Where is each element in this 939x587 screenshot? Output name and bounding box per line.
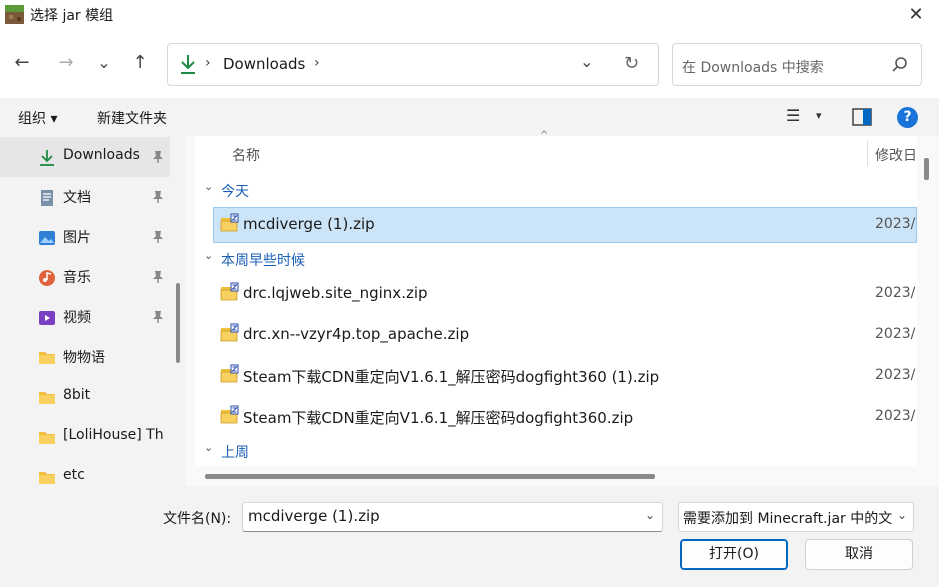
column-header-row <box>195 136 917 172</box>
sidebar-item[interactable]: [LoliHouse] Th <box>0 417 170 457</box>
column-header-name[interactable]: 名称 <box>232 145 260 165</box>
sidebar-item-label: 物物语 <box>63 350 105 366</box>
forward-button[interactable]: → <box>51 48 81 78</box>
sidebar-scrollbar[interactable] <box>176 283 180 363</box>
sidebar-item[interactable]: 8bit <box>0 377 170 417</box>
open-button[interactable]: 打开(O) <box>680 539 788 570</box>
file-date: 2023/ <box>875 285 916 301</box>
organize-menu-button[interactable]: 组织 ▾ <box>18 108 57 128</box>
video-icon <box>38 309 56 325</box>
group-header[interactable]: 本周早些时候 <box>221 250 305 270</box>
sidebar-item-label: 视频 <box>63 310 91 326</box>
sidebar-item[interactable]: Downloads <box>0 137 170 177</box>
pin-icon <box>152 270 164 287</box>
sidebar-item[interactable]: 文档 <box>0 177 170 217</box>
zip-archive-icon <box>219 323 239 343</box>
view-options-chevron-icon[interactable]: ▾ <box>816 109 822 122</box>
window-title: 选择 jar 模组 <box>30 8 114 24</box>
minecraft-grass-block-icon <box>5 5 24 24</box>
zip-archive-icon <box>219 282 239 302</box>
breadcrumb-separator: › <box>205 55 211 71</box>
file-name[interactable]: Steam下载CDN重定向V1.6.1_解压密码dogfight360.zip <box>243 407 633 428</box>
sidebar-item[interactable]: 物物语 <box>0 337 170 377</box>
folder-icon <box>38 469 56 485</box>
file-name[interactable]: Steam下载CDN重定向V1.6.1_解压密码dogfight360 (1).… <box>243 366 659 387</box>
recent-locations-button[interactable]: ⌄ <box>89 48 119 78</box>
filename-dropdown-chevron-icon[interactable]: ⌄ <box>645 508 655 522</box>
title-bar <box>0 0 939 30</box>
folder-icon <box>38 429 56 445</box>
zip-archive-icon <box>219 364 239 384</box>
column-header-date[interactable]: 修改日 <box>875 145 917 165</box>
filetype-chevron-icon[interactable]: ⌄ <box>897 508 907 522</box>
pin-icon <box>152 190 164 207</box>
up-button[interactable]: ↑ <box>125 48 155 78</box>
new-folder-button[interactable]: 新建文件夹 <box>97 108 167 128</box>
pin-icon <box>152 310 164 327</box>
group-header[interactable]: 上周 <box>221 442 249 462</box>
folder-icon <box>38 349 56 365</box>
sort-ascending-icon: ^ <box>540 130 549 141</box>
filetype-value[interactable]: 需要添加到 Minecraft.jar 中的文 <box>683 508 893 528</box>
column-divider[interactable] <box>867 140 868 166</box>
cancel-button[interactable]: 取消 <box>805 539 913 570</box>
back-button[interactable]: ← <box>7 48 37 78</box>
file-date: 2023/ <box>875 326 916 342</box>
group-collapse-chevron-icon[interactable]: ⌄ <box>204 249 213 262</box>
download-icon <box>181 55 195 74</box>
sidebar-item-label: etc <box>63 467 85 483</box>
breadcrumb-expand-chevron[interactable]: › <box>314 55 320 71</box>
file-name[interactable]: drc.lqjweb.site_nginx.zip <box>243 284 428 302</box>
sidebar-item-label: 图片 <box>63 230 91 246</box>
close-button[interactable]: ✕ <box>902 2 930 28</box>
sidebar-item[interactable]: 视频 <box>0 297 170 337</box>
filename-value[interactable]: mcdiverge (1).zip <box>248 507 380 525</box>
download-icon <box>38 149 56 166</box>
filename-label: 文件名(N): <box>163 511 232 527</box>
sidebar-item-label: 音乐 <box>63 270 91 286</box>
sidebar-item-label: 8bit <box>63 387 91 403</box>
zip-archive-icon <box>219 213 239 233</box>
group-header[interactable]: 今天 <box>221 181 249 201</box>
sidebar-item-label: [LoliHouse] Th <box>63 427 164 443</box>
help-icon[interactable]: ? <box>897 107 918 128</box>
file-date: 2023/ <box>875 408 916 424</box>
list-horizontal-scrollbar[interactable] <box>205 474 655 479</box>
view-options-icon[interactable]: ☰ <box>786 106 800 125</box>
zip-archive-icon <box>219 405 239 425</box>
address-history-dropdown[interactable]: ⌄ <box>580 52 593 71</box>
document-icon <box>38 189 56 206</box>
sidebar-item-label: 文档 <box>63 190 91 206</box>
group-collapse-chevron-icon[interactable]: ⌄ <box>204 441 213 454</box>
pictures-icon <box>38 229 56 245</box>
file-date: 2023/ <box>875 367 916 383</box>
breadcrumb-downloads[interactable]: Downloads <box>223 55 305 73</box>
group-collapse-chevron-icon[interactable]: ⌄ <box>204 180 213 193</box>
preview-pane-icon[interactable] <box>852 108 872 126</box>
pin-icon <box>152 150 164 167</box>
file-date: 2023/ <box>875 216 916 232</box>
file-name[interactable]: drc.xn--vzyr4p.top_apache.zip <box>243 325 469 343</box>
search-icon <box>892 57 907 72</box>
file-name[interactable]: mcdiverge (1).zip <box>243 215 375 233</box>
sidebar-item-label: Downloads <box>63 147 140 163</box>
sidebar-item[interactable]: 音乐 <box>0 257 170 297</box>
sidebar-item[interactable]: 图片 <box>0 217 170 257</box>
pin-icon <box>152 230 164 247</box>
refresh-button[interactable]: ↻ <box>624 53 639 74</box>
music-icon <box>38 269 56 286</box>
search-input[interactable]: 在 Downloads 中搜索 <box>682 57 824 77</box>
list-vertical-scrollbar[interactable] <box>924 158 929 180</box>
folder-icon <box>38 389 56 405</box>
